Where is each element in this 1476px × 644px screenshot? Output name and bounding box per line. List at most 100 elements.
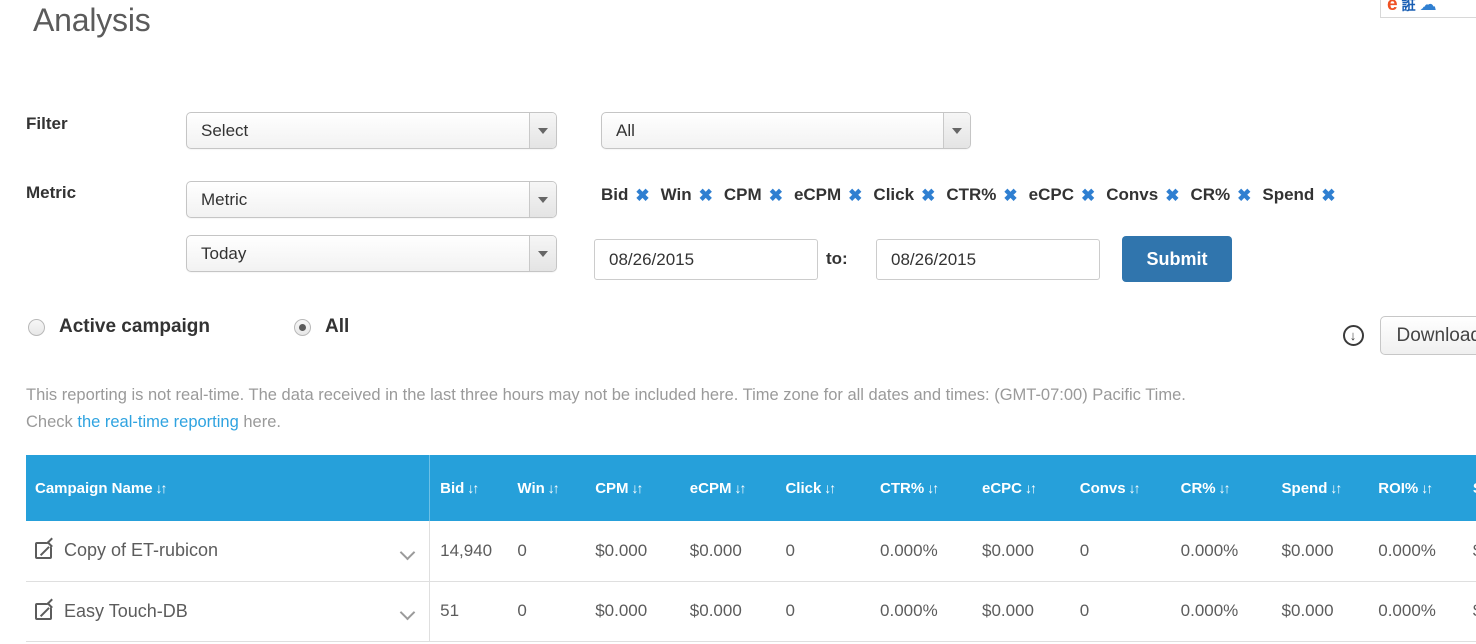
sort-icon[interactable]: ↓↑	[156, 480, 168, 496]
remove-metric-icon[interactable]: ✖	[1165, 187, 1179, 204]
radio-all-dot[interactable]	[294, 318, 311, 336]
filter-select-arrow[interactable]	[529, 113, 556, 148]
chevron-down-icon	[538, 127, 548, 134]
e-logo-icon[interactable]: e	[1387, 0, 1398, 14]
radio-active-campaign-dot[interactable]	[28, 318, 45, 336]
sort-icon[interactable]: ↓↑	[734, 480, 746, 496]
download-circle-icon[interactable]: ↓	[1342, 325, 1364, 346]
chevron-down-icon	[952, 127, 962, 134]
metric-tag: eCPM ✖	[794, 185, 873, 205]
download-button[interactable]: Download	[1379, 316, 1476, 355]
metric-tag-list: Bid ✖ Win ✖ CPM ✖ eCPM ✖ Click ✖ CTR% ✖ eCPC ✖ Convs ✖ C…	[601, 180, 1476, 210]
cell-roi: 0.000%	[1368, 581, 1463, 642]
period-select-arrow[interactable]	[529, 236, 556, 271]
sort-icon[interactable]: ↓↑	[1219, 480, 1231, 496]
col-header-label: eCPM	[689, 479, 732, 497]
col-header-spend[interactable]: Spend ↓↑	[1271, 455, 1369, 521]
chevron-down-icon[interactable]	[402, 547, 415, 555]
col-header-bid[interactable]: Bid ↓↑	[429, 455, 508, 521]
browser-extension-toolbar-fragment: e 誑 ☁	[1380, 0, 1476, 18]
table-row[interactable]: Easy Touch-DB 51 0 $0.000 $0.000 0 0.000% $0.00…	[26, 581, 1476, 642]
col-header-ctr[interactable]: CTR% ↓↑	[870, 455, 972, 521]
col-header-click[interactable]: Click ↓↑	[775, 455, 871, 521]
remove-metric-icon[interactable]: ✖	[1321, 187, 1335, 204]
chevron-down-icon[interactable]	[402, 607, 415, 615]
cell-ecpc: $0.000	[971, 581, 1070, 642]
col-header-overflow[interactable]: S	[1462, 455, 1476, 521]
metric-label: Metric	[26, 183, 77, 202]
cell-convs: 0	[1069, 521, 1171, 582]
cell-overflow: $	[1462, 581, 1476, 642]
sort-icon[interactable]: ↓↑	[467, 480, 479, 496]
page-title: Analysis	[33, 2, 151, 38]
metric-tag-label: CTR%	[946, 185, 997, 204]
real-time-reporting-link[interactable]: the real-time reporting	[77, 413, 238, 431]
edit-icon[interactable]	[35, 602, 52, 620]
remove-metric-icon[interactable]: ✖	[1081, 187, 1095, 204]
col-header-ecpm[interactable]: eCPM ↓↑	[679, 455, 776, 521]
date-to-label: to:	[826, 249, 848, 268]
sort-icon[interactable]: ↓↑	[824, 480, 836, 496]
remove-metric-icon[interactable]: ✖	[699, 187, 713, 204]
col-header-label: Convs	[1079, 479, 1126, 497]
cell-cr: 0.000%	[1170, 581, 1272, 642]
cell-ctr: 0.000%	[870, 581, 972, 642]
remove-metric-icon[interactable]: ✖	[1237, 187, 1251, 204]
translate-icon[interactable]: 誑	[1402, 0, 1416, 12]
metric-tag-label: CR%	[1190, 185, 1231, 204]
cell-convs: 0	[1069, 581, 1171, 642]
metric-tag: Convs ✖	[1106, 185, 1190, 205]
download-area: ↓ Download	[1342, 316, 1476, 355]
sort-icon[interactable]: ↓↑	[1025, 480, 1037, 496]
radio-all[interactable]: All	[294, 316, 349, 338]
table-row[interactable]: Copy of ET-rubicon 14,940 0 $0.000 $0.000 0 0.…	[26, 521, 1476, 582]
date-from-input[interactable]: 08/26/2015	[594, 239, 818, 280]
radio-active-campaign[interactable]: Active campaign	[28, 316, 294, 338]
filter-select-value: Select	[201, 120, 249, 140]
col-header-cpm[interactable]: CPM ↓↑	[585, 455, 680, 521]
submit-button[interactable]: Submit	[1122, 236, 1232, 282]
sort-icon[interactable]: ↓↑	[548, 480, 560, 496]
metric-select[interactable]: Metric	[186, 181, 557, 218]
metric-tag: CPM ✖	[724, 185, 794, 205]
col-header-label: CPM	[595, 479, 629, 497]
col-header-roi[interactable]: ROI% ↓↑	[1368, 455, 1463, 521]
remove-metric-icon[interactable]: ✖	[921, 187, 935, 204]
col-header-convs[interactable]: Convs ↓↑	[1069, 455, 1171, 521]
edit-icon[interactable]	[35, 542, 52, 560]
chevron-down-icon	[538, 196, 548, 203]
period-select[interactable]: Today	[186, 235, 557, 272]
sort-icon[interactable]: ↓↑	[927, 480, 939, 496]
col-header-cr[interactable]: CR% ↓↑	[1170, 455, 1272, 521]
col-header-win[interactable]: Win ↓↑	[507, 455, 586, 521]
metric-select-arrow[interactable]	[529, 182, 556, 217]
metric-tag-label: Spend	[1262, 185, 1315, 204]
cell-campaign-name: Copy of ET-rubicon	[26, 521, 431, 582]
col-header-label: CR%	[1180, 479, 1216, 497]
cell-win: 0	[507, 581, 586, 642]
notice-line-2-suffix: here.	[238, 413, 281, 431]
sort-icon[interactable]: ↓↑	[632, 480, 644, 496]
cell-click: 0	[775, 581, 871, 642]
remove-metric-icon[interactable]: ✖	[848, 187, 862, 204]
sort-icon[interactable]: ↓↑	[1330, 480, 1342, 496]
col-header-ecpc[interactable]: eCPC ↓↑	[971, 455, 1070, 521]
col-header-label: Click	[785, 479, 822, 497]
remove-metric-icon[interactable]: ✖	[1003, 187, 1017, 204]
scope-select-arrow[interactable]	[943, 113, 970, 148]
remove-metric-icon[interactable]: ✖	[635, 187, 649, 204]
filter-select[interactable]: Select	[186, 112, 557, 149]
remove-metric-icon[interactable]: ✖	[769, 187, 783, 204]
cell-bid: 51	[429, 581, 508, 642]
cloud-icon[interactable]: ☁	[1420, 0, 1437, 13]
sort-icon[interactable]: ↓↑	[1421, 480, 1433, 496]
scope-select[interactable]: All	[601, 112, 971, 149]
col-header-campaign-name[interactable]: Campaign Name ↓↑	[26, 455, 431, 521]
sort-icon[interactable]: ↓↑	[1129, 480, 1141, 496]
cell-ecpm: $0.000	[679, 581, 776, 642]
scope-select-value: All	[616, 120, 635, 140]
cell-ctr: 0.000%	[870, 521, 972, 582]
date-to-input[interactable]: 08/26/2015	[876, 239, 1100, 280]
metric-tag-label: CPM	[723, 185, 762, 204]
notice-line-2-prefix: Check	[26, 413, 78, 431]
